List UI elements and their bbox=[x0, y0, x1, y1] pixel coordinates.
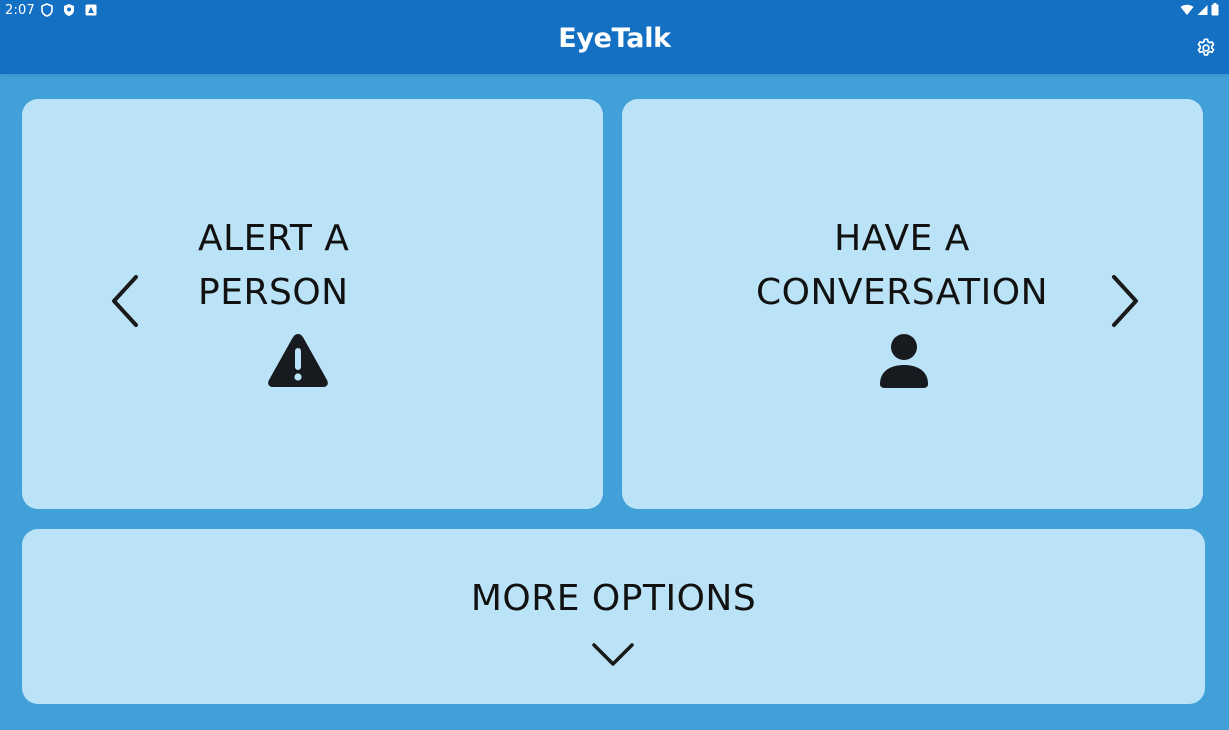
cell-signal-icon bbox=[1197, 4, 1208, 15]
chevron-left-icon[interactable] bbox=[108, 273, 142, 329]
status-time: 2:07 bbox=[5, 3, 35, 18]
alert-a-person-label: ALERT A PERSON bbox=[198, 218, 350, 313]
alert-a-person-card[interactable]: ALERT A PERSON bbox=[22, 99, 603, 509]
chevron-right-icon[interactable] bbox=[1108, 273, 1142, 329]
person-icon bbox=[880, 334, 928, 388]
have-a-conversation-label: HAVE A CONVERSATION bbox=[755, 218, 1048, 313]
shield-outline-icon bbox=[41, 3, 53, 17]
have-a-conversation-card[interactable]: HAVE A CONVERSATION bbox=[622, 99, 1203, 509]
warning-icon bbox=[268, 334, 328, 387]
gear-icon[interactable] bbox=[1195, 37, 1217, 59]
chevron-down-icon[interactable] bbox=[588, 637, 638, 671]
wifi-icon bbox=[1180, 4, 1194, 15]
status-bar: 2:07 bbox=[0, 0, 1229, 22]
app-title: EyeTalk bbox=[558, 23, 671, 54]
app-bar: EyeTalk bbox=[0, 22, 1229, 74]
battery-icon bbox=[1211, 3, 1219, 16]
shield-filled-icon bbox=[64, 4, 74, 16]
more-options-label: MORE OPTIONS bbox=[470, 578, 757, 619]
more-options-card[interactable]: MORE OPTIONS bbox=[22, 529, 1205, 704]
status-icons-right bbox=[1180, 3, 1219, 16]
status-icons-left bbox=[41, 3, 97, 17]
app-notification-icon bbox=[85, 4, 97, 16]
